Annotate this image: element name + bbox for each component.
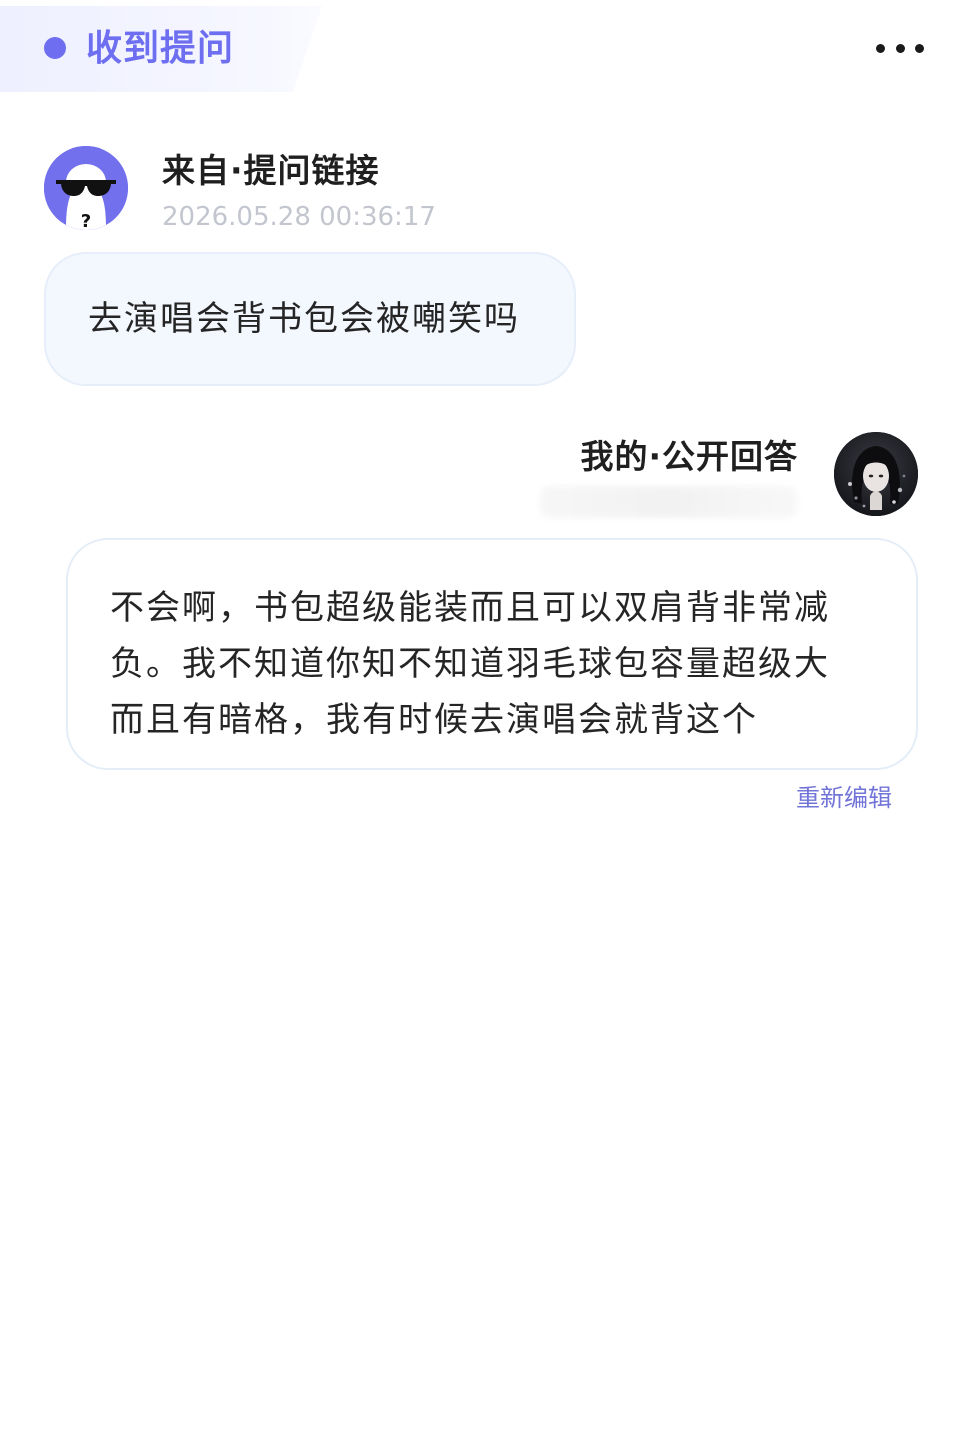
more-dot-icon [895, 43, 905, 53]
answer-label: 我的·公开回答 [580, 437, 798, 476]
question-text: 去演唱会背书包会被嘲笑吗 [88, 299, 520, 339]
page-title: 收到提问 [86, 28, 235, 69]
user-photo-avatar [834, 432, 918, 516]
answer-bubble: 不会啊，书包超级能装而且可以双肩背非常减负。我不知道你知不知道羽毛球包容量超级大… [66, 538, 918, 770]
answer-text: 不会啊，书包超级能装而且可以双肩背非常减负。我不知道你知不知道羽毛球包容量超级大… [110, 588, 830, 740]
reedit-button[interactable]: 重新编辑 [796, 782, 892, 814]
asker-avatar: ? [44, 146, 128, 230]
more-options-button[interactable] [876, 30, 924, 66]
svg-text:?: ? [81, 211, 91, 230]
question-bubble: 去演唱会背书包会被嘲笑吗 [44, 252, 576, 386]
more-dot-icon [915, 43, 924, 53]
question-source-label: 来自·提问链接 [162, 151, 380, 190]
more-dot-icon [876, 43, 885, 53]
anonymous-sunglasses-avatar-icon: ? [44, 146, 128, 230]
blurred-subtitle [540, 486, 798, 518]
answerer-avatar[interactable] [834, 432, 918, 516]
header-dot-icon [44, 37, 66, 59]
question-timestamp: 2026.05.28 00:36:17 [162, 202, 436, 232]
